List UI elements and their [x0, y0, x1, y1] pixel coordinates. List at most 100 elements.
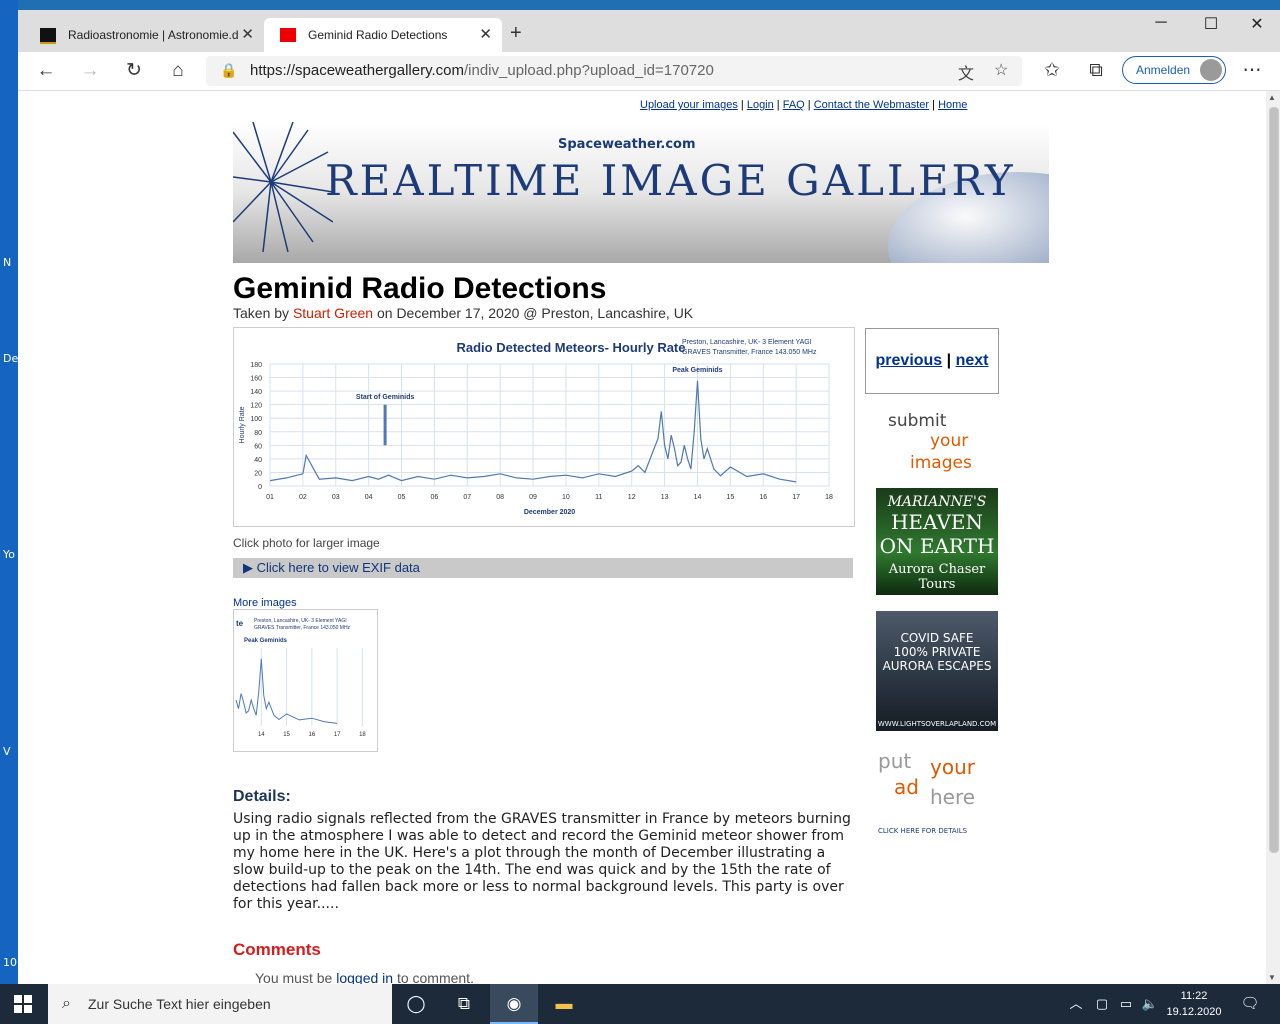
hourly-rate-chart: Radio Detected Meteors- Hourly RatePrest… [239, 339, 833, 516]
next-link[interactable]: next [956, 352, 989, 369]
photo-caption: Click photo for larger image [233, 536, 380, 550]
aurora-escapes-ad[interactable]: COVID SAFE 100% PRIVATE AURORA ESCAPES W… [876, 611, 998, 731]
x-tick-label: 16 [759, 494, 767, 501]
details-heading: Details: [233, 788, 291, 805]
x-tick-label: 05 [398, 494, 406, 501]
thumb-note: GRAVES Transmitter, France 143.050 MHz [254, 625, 351, 631]
more-menu-icon[interactable]: ⋯ [1238, 58, 1266, 84]
put-your-ad-here[interactable]: put your ad here CLICK HERE FOR DETAILS [874, 745, 1000, 843]
forward-icon[interactable]: → [76, 58, 104, 84]
gallery-banner[interactable]: Spaceweather.com REALTIME IMAGE GALLERY [233, 122, 1049, 263]
window-close-icon[interactable]: ✕ [1234, 14, 1280, 34]
y-tick-label: 20 [254, 470, 262, 477]
collections-icon[interactable]: ⧉ [1082, 58, 1110, 84]
exif-toggle[interactable]: ▶ Click here to view EXIF data [233, 558, 853, 578]
page-title: Geminid Radio Detections [233, 272, 607, 305]
favorite-star-icon[interactable]: ☆ [994, 60, 1008, 80]
y-tick-label: 120 [250, 403, 262, 410]
more-image-thumbnail[interactable]: te Preston, Lancashire, UK- 3 Element YAG… [233, 609, 378, 752]
maximize-icon[interactable]: ☐ [1188, 14, 1234, 34]
url-text[interactable]: https://spaceweathergallery.com/indiv_up… [250, 62, 714, 79]
banner-title: REALTIME IMAGE GALLERY [325, 156, 1016, 205]
x-tick-label: 14 [694, 494, 702, 501]
windows-start-icon[interactable] [14, 995, 32, 1013]
meet-now-icon[interactable]: ▢ [1092, 984, 1112, 1024]
logged-in-link[interactable]: logged in [336, 970, 393, 984]
y-tick-label: 80 [254, 430, 262, 437]
desktop-label: De [3, 352, 19, 365]
tab-geminid[interactable]: Geminid Radio Detections ✕ [264, 18, 502, 52]
x-tick-label: 07 [463, 494, 471, 501]
volume-icon[interactable]: 🔈 [1140, 984, 1160, 1024]
chart-note: GRAVES Transmitter, France 143.050 MHz [682, 349, 817, 356]
scroll-up-icon[interactable]: ▲ [1268, 93, 1276, 102]
previous-link[interactable]: previous [876, 352, 943, 369]
search-icon: ⌕ [62, 995, 71, 1012]
home-link[interactable]: Home [938, 99, 967, 111]
y-tick-label: 160 [250, 376, 262, 383]
task-view-icon[interactable]: ⧉ [440, 984, 488, 1024]
edge-taskbar-icon[interactable]: ◉ [490, 984, 538, 1024]
tab-title: Geminid Radio Detections [308, 28, 448, 42]
back-icon[interactable]: ← [32, 58, 60, 84]
thumb-x-tick: 15 [283, 732, 290, 738]
comments-heading: Comments [233, 940, 321, 959]
heaven-on-earth-ad[interactable]: MARIANNE'S HEAVEN ON EARTH Aurora Chaser… [876, 488, 998, 595]
lock-icon: 🔒 [220, 62, 238, 78]
network-icon[interactable]: ▭ [1116, 984, 1136, 1024]
home-icon[interactable]: ⌂ [164, 58, 192, 84]
thumb-x-tick: 17 [334, 732, 341, 738]
photographer-link[interactable]: Stuart Green [293, 305, 373, 321]
x-axis-label: December 2020 [524, 509, 575, 516]
translate-icon[interactable]: ⽂ [958, 60, 974, 84]
y-tick-label: 60 [254, 443, 262, 450]
x-tick-label: 17 [792, 494, 800, 501]
comments-login-note: You must be logged in to comment. [255, 970, 474, 984]
y-tick-label: 100 [250, 416, 262, 423]
details-text: Using radio signals reflected from the G… [233, 811, 851, 912]
close-tab-icon[interactable]: ✕ [241, 18, 254, 52]
file-explorer-icon[interactable]: ▬ [540, 984, 588, 1024]
chevron-up-icon[interactable]: ︿ [1066, 984, 1086, 1024]
cortana-icon[interactable]: ◯ [392, 984, 440, 1024]
spaceweather-favicon-icon [280, 28, 296, 42]
annotation-peak: Peak Geminids [672, 367, 722, 374]
favorites-icon[interactable]: ✩ [1038, 58, 1066, 84]
tab-bar: Radioastronomie | Astronomie.d ✕ Geminid… [18, 10, 1280, 52]
close-tab-icon[interactable]: ✕ [479, 18, 492, 52]
taskbar-search[interactable]: ⌕ Zur Suche Text hier eingeben [48, 984, 392, 1024]
faq-link[interactable]: FAQ [783, 99, 805, 111]
vertical-scrollbar[interactable]: ▲ ▼ [1266, 91, 1280, 984]
chart-note: Preston, Lancashire, UK- 3 Element YAGI [682, 339, 812, 346]
tab-title: Radioastronomie | Astronomie.d [68, 28, 239, 42]
desktop-edge [0, 0, 18, 984]
taskbar-search-placeholder: Zur Suche Text hier eingeben [88, 996, 271, 1012]
scroll-thumb[interactable] [1269, 107, 1279, 853]
y-axis-label: Hourly Rate [239, 406, 246, 443]
thumb-title-fragment: te [236, 619, 244, 628]
signin-button[interactable]: Anmelden [1122, 56, 1226, 84]
login-link[interactable]: Login [747, 99, 774, 111]
tab-radioastronomie[interactable]: Radioastronomie | Astronomie.d ✕ [24, 18, 264, 52]
y-tick-label: 140 [250, 389, 262, 396]
desktop-label: N [3, 256, 12, 269]
scroll-down-icon[interactable]: ▼ [1268, 973, 1276, 982]
contact-link[interactable]: Contact the Webmaster [814, 99, 929, 111]
browser-window: Radioastronomie | Astronomie.d ✕ Geminid… [18, 10, 1280, 984]
taskbar-clock[interactable]: 11:22 19.12.2020 [1166, 988, 1222, 1020]
x-tick-label: 08 [496, 494, 504, 501]
notification-icon[interactable]: 🗨 [1230, 984, 1270, 1024]
upload-link[interactable]: Upload your images [640, 99, 738, 111]
main-photo[interactable]: Radio Detected Meteors- Hourly Rate Prest… [233, 327, 855, 527]
submit-images-ad[interactable]: submit your images [880, 411, 980, 477]
new-tab-icon[interactable]: + [510, 22, 522, 45]
thumb-x-tick: 16 [309, 732, 316, 738]
refresh-icon[interactable]: ↻ [120, 58, 148, 84]
x-tick-label: 01 [266, 494, 274, 501]
x-tick-label: 02 [299, 494, 307, 501]
minimize-icon[interactable]: ─ [1138, 14, 1184, 32]
desktop-label: Yo [3, 548, 15, 561]
y-tick-label: 40 [254, 457, 262, 464]
address-bar[interactable]: 🔒 https://spaceweathergallery.com/indiv_… [206, 56, 1022, 86]
more-images-label: More images [233, 597, 297, 609]
